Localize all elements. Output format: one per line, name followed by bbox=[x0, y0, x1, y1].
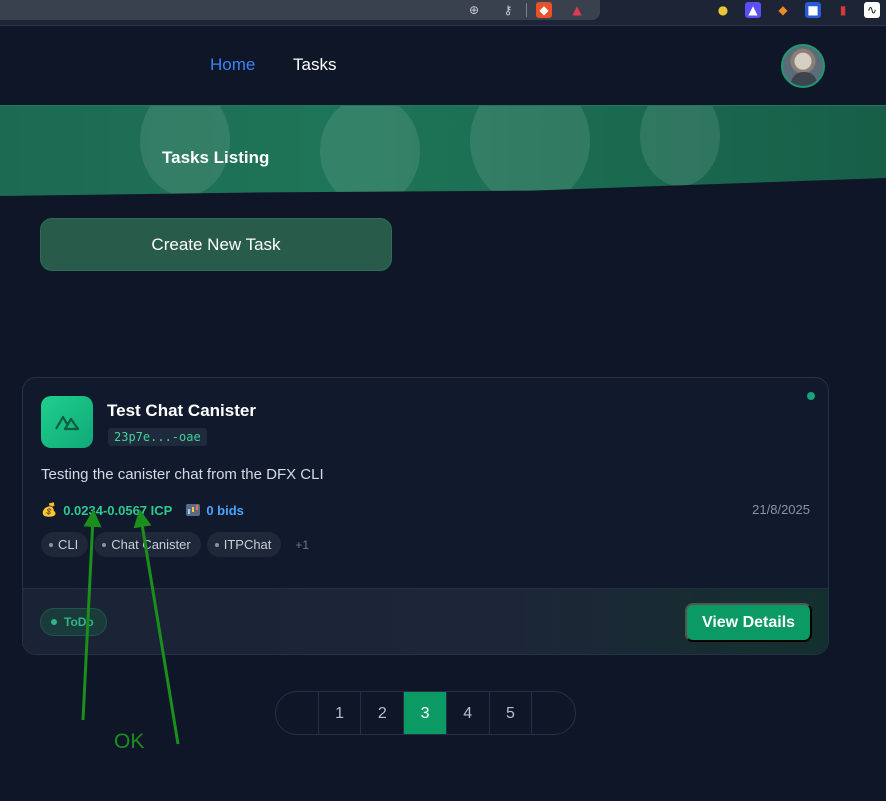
status-label: ToDo bbox=[64, 615, 94, 629]
task-bid-count: 0 bids bbox=[206, 502, 244, 518]
page-button-4[interactable]: 4 bbox=[447, 692, 490, 734]
page-button-1[interactable]: 1 bbox=[319, 692, 362, 734]
annotation-label: OK bbox=[114, 730, 145, 753]
task-card: Test Chat Canister 23p7e...-oae Testing … bbox=[22, 377, 829, 655]
tag-dot bbox=[102, 542, 107, 547]
address-bar[interactable]: ⊕ ⚷ ◆ ▲ bbox=[0, 0, 600, 20]
tag-label: Chat Canister bbox=[111, 537, 191, 552]
tag-dot bbox=[214, 542, 219, 547]
task-description: Testing the canister chat from the DFX C… bbox=[41, 466, 324, 483]
nav-tasks-link[interactable]: Tasks bbox=[293, 55, 336, 75]
extension-1-icon[interactable]: ● bbox=[715, 2, 731, 18]
brave-rewards-icon[interactable]: ▲ bbox=[569, 2, 585, 18]
view-details-button[interactable]: View Details bbox=[685, 603, 812, 642]
next-page-button[interactable] bbox=[532, 692, 575, 734]
task-tags: CLI Chat Canister ITPChat +1 bbox=[41, 532, 309, 557]
status-badge-dot bbox=[51, 619, 57, 625]
prev-page-button[interactable] bbox=[276, 692, 319, 734]
banner-photo-figure bbox=[470, 106, 590, 196]
browser-toolbar: ⊕ ⚷ ◆ ▲ ● ▲ ◆ ■ ▮ ∿ bbox=[0, 0, 886, 26]
page-title: Tasks Listing bbox=[162, 148, 270, 167]
metamask-icon[interactable]: ◆ bbox=[775, 2, 791, 18]
task-title: Test Chat Canister bbox=[107, 401, 256, 420]
tag-chip: CLI bbox=[41, 532, 89, 557]
task-logo-icon bbox=[41, 396, 93, 448]
nav-home-link[interactable]: Home bbox=[210, 55, 255, 75]
money-bag-icon: 💰 bbox=[41, 502, 58, 518]
extension-6-icon[interactable]: ∿ bbox=[864, 2, 880, 18]
pagination: 1 2 3 4 5 bbox=[275, 691, 576, 735]
user-avatar[interactable] bbox=[781, 44, 825, 88]
share-icon[interactable]: ⚷ bbox=[500, 2, 516, 18]
online-status-dot bbox=[807, 392, 815, 400]
tag-dot bbox=[49, 542, 53, 547]
zoom-icon[interactable]: ⊕ bbox=[466, 2, 482, 18]
toolbar-divider bbox=[526, 3, 527, 17]
task-meta: 💰 0.0234-0.0567 ICP 0 bids bbox=[41, 502, 244, 518]
page-button-2[interactable]: 2 bbox=[361, 692, 405, 734]
create-task-button[interactable]: Create New Task bbox=[40, 218, 392, 271]
extension-2-icon[interactable]: ▲ bbox=[745, 2, 761, 18]
tag-label: ITPChat bbox=[223, 537, 272, 552]
task-date: 21/8/2025 bbox=[752, 502, 810, 517]
banner-photo-figure bbox=[320, 106, 420, 196]
tag-chip: ITPChat bbox=[206, 532, 282, 557]
banner-photo-figure bbox=[640, 106, 720, 186]
task-id-badge: 23p7e...-oae bbox=[108, 428, 207, 446]
task-card-footer: ToDo View Details bbox=[23, 588, 828, 654]
brave-shield-icon[interactable]: ◆ bbox=[536, 2, 552, 18]
extension-5-icon[interactable]: ▮ bbox=[835, 2, 851, 18]
tag-chip: Chat Canister bbox=[94, 532, 201, 557]
more-tags-count: +1 bbox=[295, 537, 310, 552]
bar-chart-icon bbox=[186, 504, 201, 516]
status-badge: ToDo bbox=[40, 608, 107, 636]
tag-label: CLI bbox=[58, 537, 79, 552]
extension-4-icon[interactable]: ■ bbox=[805, 2, 821, 18]
page-banner: Tasks Listing bbox=[0, 106, 886, 196]
app-header: Home Tasks bbox=[0, 26, 886, 106]
task-price-range: 0.0234-0.0567 ICP bbox=[63, 502, 173, 518]
page-button-3[interactable]: 3 bbox=[404, 692, 447, 734]
page-button-5[interactable]: 5 bbox=[490, 692, 533, 734]
